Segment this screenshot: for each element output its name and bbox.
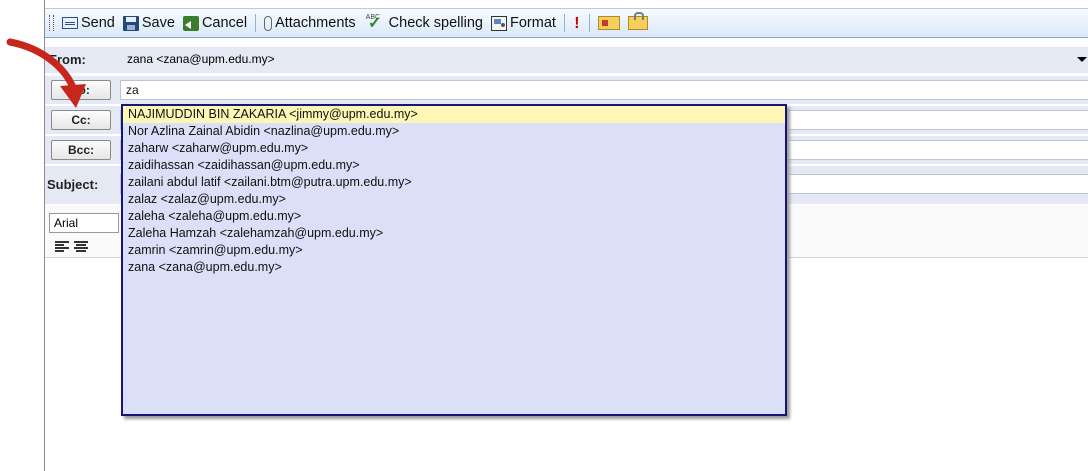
format-button[interactable]: Format <box>487 15 560 31</box>
autocomplete-item[interactable]: zalaz <zalaz@upm.edu.my> <box>123 191 785 208</box>
autocomplete-dropdown: NAJIMUDDIN BIN ZAKARIA <jimmy@upm.edu.my… <box>121 104 787 416</box>
paperclip-icon <box>264 15 273 31</box>
lock-envelope-icon <box>627 12 648 30</box>
autocomplete-item[interactable]: zaidihassan <zaidihassan@upm.edu.my> <box>123 157 785 174</box>
address-card-button[interactable] <box>594 16 624 30</box>
floppy-disk-icon <box>122 15 139 31</box>
address-card-icon <box>597 16 620 30</box>
align-left-icon[interactable] <box>55 241 69 253</box>
chevron-down-icon[interactable] <box>1077 57 1087 62</box>
subject-label: Subject: <box>47 177 99 192</box>
exclamation-icon: ! <box>574 14 580 32</box>
save-label: Save <box>141 15 175 31</box>
align-center-icon[interactable] <box>74 241 88 253</box>
toolbar-separator <box>255 14 257 32</box>
autocomplete-item[interactable]: zamrin <zamrin@upm.edu.my> <box>123 242 785 259</box>
attachments-label: Attachments <box>275 15 356 31</box>
to-button[interactable]: To: <box>51 80 111 100</box>
send-label: Send <box>81 15 115 31</box>
from-select[interactable]: zana <zana@upm.edu.my> <box>127 52 275 66</box>
from-row: From: zana <zana@upm.edu.my> <box>45 47 1088 74</box>
envelope-icon <box>62 17 78 29</box>
autocomplete-item[interactable]: NAJIMUDDIN BIN ZAKARIA <jimmy@upm.edu.my… <box>123 106 785 123</box>
attachments-button[interactable]: Attachments <box>260 15 360 31</box>
priority-button[interactable]: ! <box>569 14 585 32</box>
back-arrow-icon <box>182 15 199 31</box>
check-spelling-button[interactable]: ✓ Check spelling <box>360 10 487 32</box>
format-label: Format <box>509 15 556 31</box>
to-input[interactable]: za <box>120 80 1088 100</box>
cancel-label: Cancel <box>201 15 248 31</box>
autocomplete-item[interactable]: zaharw <zaharw@upm.edu.my> <box>123 140 785 157</box>
autocomplete-item[interactable]: zaleha <zaleha@upm.edu.my> <box>123 208 785 225</box>
autocomplete-item[interactable]: Zaleha Hamzah <zalehamzah@upm.edu.my> <box>123 225 785 242</box>
save-button[interactable]: Save <box>119 15 179 31</box>
autocomplete-item[interactable]: Nor Azlina Zainal Abidin <nazlina@upm.ed… <box>123 123 785 140</box>
font-select[interactable]: Arial <box>49 213 119 233</box>
spellcheck-icon: ✓ <box>364 10 386 32</box>
toolbar-separator <box>588 14 590 32</box>
autocomplete-list: NAJIMUDDIN BIN ZAKARIA <jimmy@upm.edu.my… <box>123 106 785 276</box>
toolbar-grip[interactable] <box>49 15 54 31</box>
autocomplete-item[interactable]: zailani abdul latif <zailani.btm@putra.u… <box>123 174 785 191</box>
compose-toolbar: Send Save Cancel Attachments ✓ Check spe… <box>45 8 1088 38</box>
check-spelling-label: Check spelling <box>388 15 483 31</box>
autocomplete-item[interactable]: zana <zana@upm.edu.my> <box>123 259 785 276</box>
cancel-button[interactable]: Cancel <box>179 15 251 31</box>
send-button[interactable]: Send <box>58 15 119 31</box>
to-row: To: za <box>45 76 1088 105</box>
format-icon <box>490 15 507 31</box>
from-label: From: <box>49 52 86 67</box>
toolbar-separator <box>563 14 565 32</box>
cc-button[interactable]: Cc: <box>51 110 111 130</box>
bcc-button[interactable]: Bcc: <box>51 140 111 160</box>
encrypt-button[interactable] <box>624 12 652 30</box>
